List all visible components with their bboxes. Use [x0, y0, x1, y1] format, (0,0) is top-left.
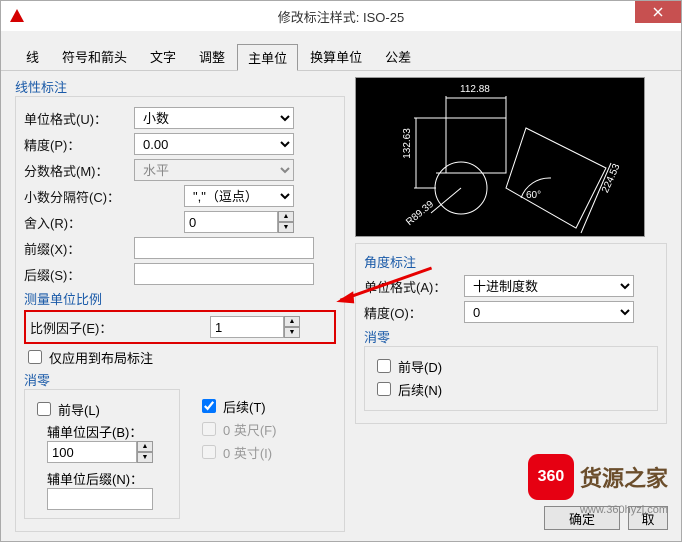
scale-highlight: 比例因子(E)： ▲▼ — [24, 310, 336, 344]
decimal-sep-select[interactable]: ","（逗点） — [184, 185, 294, 207]
scale-legend: 测量单位比例 — [24, 289, 336, 308]
linear-legend: 线性标注 — [15, 77, 345, 96]
round-down[interactable]: ▼ — [278, 222, 294, 233]
tab-tolerance[interactable]: 公差 — [374, 43, 422, 70]
angle-trailing-checkbox[interactable] — [377, 382, 391, 396]
sf-down[interactable]: ▼ — [137, 452, 153, 463]
dim-d: 60° — [526, 190, 541, 201]
decimal-sep-label: 小数分隔符(C)： — [24, 187, 134, 206]
annotation-arrow — [328, 249, 443, 318]
subunit-factor-label: 辅单位因子(B)： — [47, 422, 171, 441]
dim-a: 112.88 — [460, 84, 490, 95]
watermark-badge: 360 — [528, 454, 574, 500]
tab-text[interactable]: 文字 — [139, 43, 187, 70]
scale-up[interactable]: ▲ — [284, 316, 300, 327]
suffix-input[interactable] — [134, 263, 314, 285]
angle-trailing-label: 后续(N) — [398, 380, 442, 399]
leading-checkbox[interactable] — [37, 402, 51, 416]
tab-primary-units[interactable]: 主单位 — [237, 44, 298, 71]
dim-b: 132.63 — [402, 128, 413, 159]
unit-format-label: 单位格式(U)： — [24, 109, 134, 128]
subunit-suffix-label: 辅单位后缀(N)： — [47, 469, 171, 488]
precision-label: 精度(P)： — [24, 135, 134, 154]
watermark: 360 货源之家 — [528, 454, 668, 500]
leading-label: 前导(L) — [58, 400, 100, 419]
angle-unit-select[interactable]: 十进制度数 — [464, 275, 634, 297]
app-icon — [9, 8, 25, 24]
close-button[interactable] — [635, 1, 681, 23]
trailing-label: 后续(T) — [223, 397, 266, 416]
fraction-label: 分数格式(M)： — [24, 161, 134, 180]
zero-legend: 消零 — [24, 370, 336, 389]
tab-arrows[interactable]: 符号和箭头 — [51, 43, 138, 70]
round-up[interactable]: ▲ — [278, 211, 294, 222]
close-icon — [653, 7, 663, 17]
watermark-url: www.360hyzj.com — [580, 504, 668, 516]
watermark-text: 货源之家 — [580, 461, 668, 493]
round-label: 舍入(R)： — [24, 213, 134, 232]
precision-select[interactable]: 0.00 — [134, 133, 294, 155]
linear-fieldset: 单位格式(U)： 小数 精度(P)： 0.00 分数格式(M)： 水平 小数分隔… — [15, 96, 345, 532]
zero-feet-label: 0 英尺(F) — [223, 420, 276, 439]
zero-inch-label: 0 英寸(I) — [223, 443, 272, 462]
angle-zero-legend: 消零 — [364, 327, 658, 346]
trailing-checkbox[interactable] — [202, 399, 216, 413]
titlebar: 修改标注样式: ISO-25 — [1, 1, 681, 31]
tab-alt-units[interactable]: 换算单位 — [299, 43, 373, 70]
tab-line[interactable]: 线 — [15, 43, 50, 70]
layout-only-checkbox[interactable] — [28, 350, 42, 364]
scale-down[interactable]: ▼ — [284, 327, 300, 338]
prefix-label: 前缀(X)： — [24, 239, 134, 258]
tabs: 线 符号和箭头 文字 调整 主单位 换算单位 公差 — [1, 43, 681, 71]
fraction-select: 水平 — [134, 159, 294, 181]
scale-factor-label: 比例因子(E)： — [30, 318, 210, 337]
unit-format-select[interactable]: 小数 — [134, 107, 294, 129]
prefix-input[interactable] — [134, 237, 314, 259]
angle-leading-label: 前导(D) — [398, 357, 442, 376]
zero-inch-checkbox — [202, 445, 216, 459]
zero-feet-checkbox — [202, 422, 216, 436]
angle-precision-select[interactable]: 0 — [464, 301, 634, 323]
angle-leading-checkbox[interactable] — [377, 359, 391, 373]
suffix-label: 后缀(S)： — [24, 265, 134, 284]
preview-pane: 112.88 132.63 224.53 60° R89.39 — [355, 77, 645, 237]
tab-adjust[interactable]: 调整 — [188, 43, 236, 70]
subunit-factor-input — [47, 441, 137, 463]
round-input[interactable] — [184, 211, 278, 233]
dialog-title: 修改标注样式: ISO-25 — [278, 7, 404, 26]
layout-only-label: 仅应用到布局标注 — [49, 348, 153, 367]
sf-up[interactable]: ▲ — [137, 441, 153, 452]
subunit-suffix-input — [47, 488, 153, 510]
scale-factor-input[interactable] — [210, 316, 284, 338]
